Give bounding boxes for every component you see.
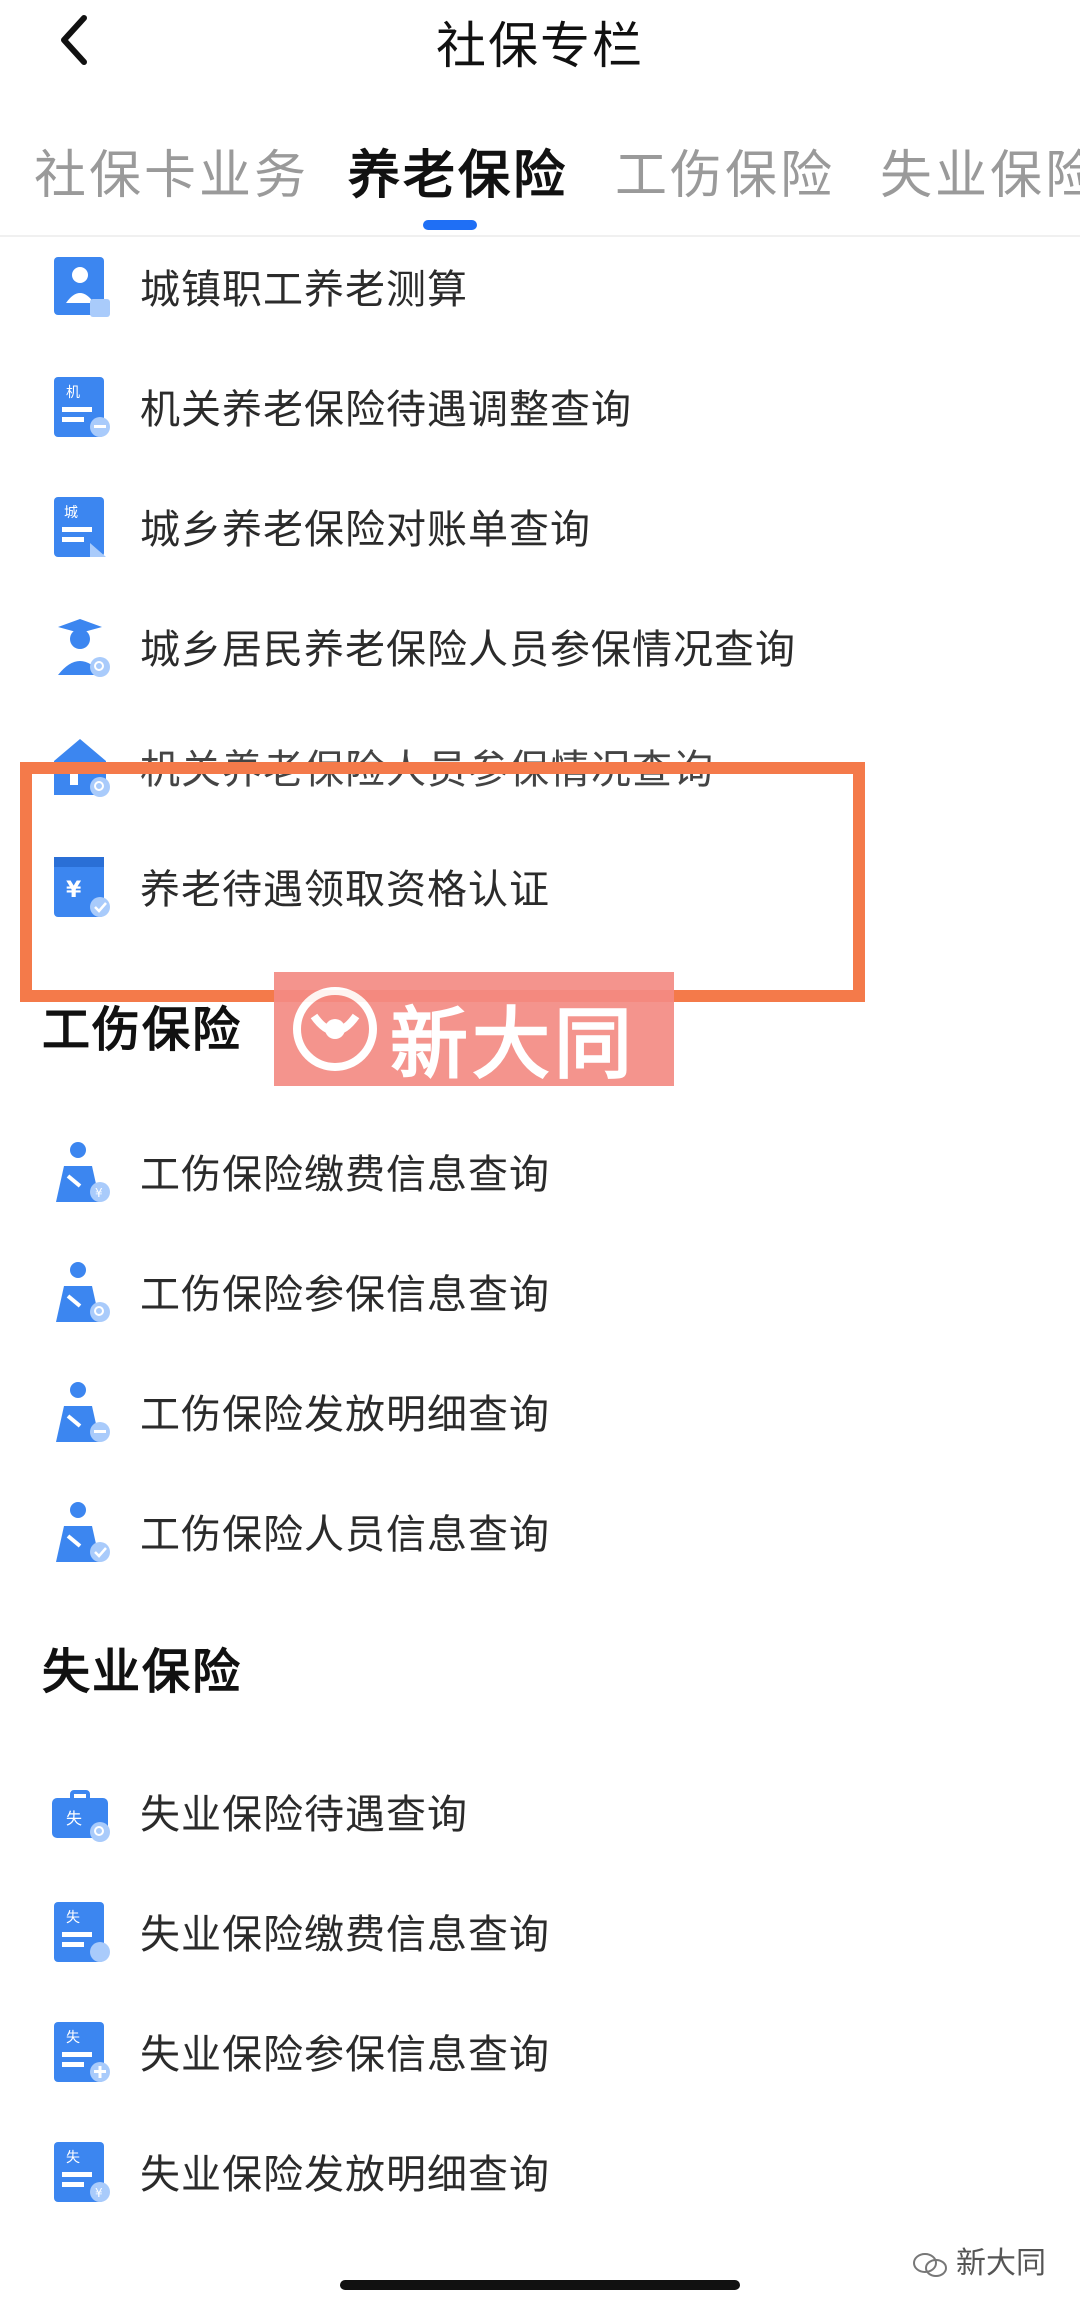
list-item-rural-pension-statement[interactable]: 城 城乡养老保险对账单查询 <box>0 475 1080 575</box>
list-item-injury-disbursement[interactable]: 工伤保险发放明细查询 <box>0 1360 1080 1460</box>
person-search-icon <box>50 613 114 681</box>
tab-unemployment[interactable]: 失业保险 <box>880 133 1080 208</box>
doc-pay-icon: 失 <box>50 1898 114 1966</box>
category-tabs: 社保卡业务 养老保险 工伤保险 失业保险 <box>0 125 1080 237</box>
home-indicator[interactable] <box>340 2280 740 2290</box>
item-label: 失业保险参保信息查询 <box>140 2032 550 2078</box>
list-item-unemployment-disbursement[interactable]: 失 ¥ 失业保险发放明细查询 <box>0 2120 1080 2220</box>
top-bar: 社保专栏 <box>0 0 1080 100</box>
active-tab-indicator <box>423 220 477 230</box>
document-cheng-icon: 城 <box>50 493 114 561</box>
list-item-injury-personnel[interactable]: 工伤保险人员信息查询 <box>0 1480 1080 1580</box>
person-check-icon <box>50 1498 114 1566</box>
tab-pension[interactable]: 养老保险 <box>348 133 568 208</box>
list-item-pension-calc[interactable]: 城镇职工养老测算 <box>0 235 1080 335</box>
item-label: 失业保险缴费信息查询 <box>140 1912 550 1958</box>
person-search-icon <box>50 1258 114 1326</box>
icon-badge-text: 城 <box>64 505 78 521</box>
item-label: 失业保险待遇查询 <box>140 1792 468 1838</box>
item-label: 失业保险发放明细查询 <box>140 2152 550 2198</box>
item-label: 城乡居民养老保险人员参保情况查询 <box>140 627 796 673</box>
tab-injury[interactable]: 工伤保险 <box>615 133 835 208</box>
list-item-unemployment-payment[interactable]: 失 失业保险缴费信息查询 <box>0 1880 1080 1980</box>
watermark-logo-icon <box>293 987 377 1071</box>
item-label: 工伤保险缴费信息查询 <box>140 1152 550 1198</box>
item-label: 城乡养老保险对账单查询 <box>140 507 591 553</box>
tab-social-card[interactable]: 社保卡业务 <box>34 133 309 208</box>
section-title-injury: 工伤保险 <box>42 1002 243 1058</box>
page-title: 社保专栏 <box>436 17 644 75</box>
highlight-frame <box>20 762 865 1002</box>
item-label: 城镇职工养老测算 <box>140 267 468 313</box>
list-item-injury-payment[interactable]: ¥ 工伤保险缴费信息查询 <box>0 1120 1080 1220</box>
watermark-stamp: 新大同 <box>274 972 674 1090</box>
item-label: 机关养老保险待遇调整查询 <box>140 387 632 433</box>
svg-text:¥: ¥ <box>95 2186 103 2200</box>
doc-plus-icon: 失 <box>50 2018 114 2086</box>
briefcase-search-icon: 失 <box>50 1778 114 1846</box>
icon-badge-text: 失 <box>66 1809 82 1828</box>
list-item-injury-enrollment[interactable]: 工伤保险参保信息查询 <box>0 1240 1080 1340</box>
icon-badge-text: 机 <box>66 385 80 401</box>
person-yuan-icon: ¥ <box>50 1138 114 1206</box>
list-item-unemployment-enrollment[interactable]: 失 失业保险参保信息查询 <box>0 2000 1080 2100</box>
icon-badge-text: 失 <box>66 1910 80 1926</box>
list-item-agency-pension-adjust[interactable]: 机 机关养老保险待遇调整查询 <box>0 355 1080 455</box>
svg-text:¥: ¥ <box>95 1186 103 1200</box>
item-label: 工伤保险参保信息查询 <box>140 1272 550 1318</box>
doc-yuan-icon: 失 ¥ <box>50 2138 114 2206</box>
item-label: 工伤保险人员信息查询 <box>140 1512 550 1558</box>
corner-watermark-text: 新大同 <box>956 2246 1046 2281</box>
person-minus-icon <box>50 1378 114 1446</box>
document-ji-icon: 机 <box>50 373 114 441</box>
watermark-text: 新大同 <box>390 1000 637 1090</box>
list-item-resident-pension-status[interactable]: 城乡居民养老保险人员参保情况查询 <box>0 595 1080 695</box>
icon-badge-text: 失 <box>66 2030 80 2046</box>
wechat-icon <box>913 2252 947 2277</box>
icon-badge-text: 失 <box>66 2150 80 2166</box>
section-title-unemployment: 失业保险 <box>42 1644 243 1700</box>
list-item-unemployment-benefit[interactable]: 失 失业保险待遇查询 <box>0 1760 1080 1860</box>
corner-watermark: 新大同 <box>912 2238 1046 2282</box>
item-label: 工伤保险发放明细查询 <box>140 1392 550 1438</box>
person-calc-icon <box>50 253 114 321</box>
